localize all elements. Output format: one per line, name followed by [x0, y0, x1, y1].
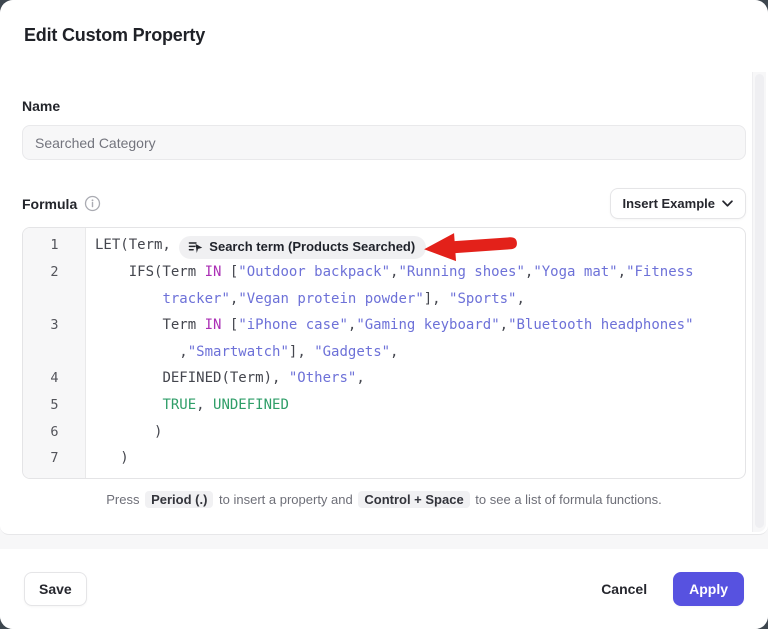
code-token: Term	[95, 317, 205, 333]
code-token: "Running shoes"	[398, 264, 524, 280]
code-token: TRUE	[162, 397, 196, 413]
line-number: 3	[23, 312, 86, 365]
code-content: LET(Term, Search term (Products Searched…	[86, 232, 745, 259]
insert-example-label: Insert Example	[623, 196, 716, 211]
code-content: TRUE, UNDEFINED	[86, 392, 745, 419]
formula-label-group: Formula	[22, 195, 101, 212]
code-token: )	[95, 450, 129, 466]
code-content: IFS(Term IN ["Outdoor backpack", "Running…	[86, 259, 745, 312]
code-token: LET(Term,	[95, 237, 179, 253]
code-line: 1LET(Term, Search term (Products Searche…	[23, 232, 745, 259]
code-token: ,	[95, 344, 188, 360]
formula-editor-lines: 1LET(Term, Search term (Products Searche…	[23, 228, 745, 478]
code-token: ,	[356, 370, 364, 386]
formula-label: Formula	[22, 196, 77, 212]
info-icon[interactable]	[84, 195, 101, 212]
code-token: "Yoga mat"	[533, 264, 617, 280]
cancel-button[interactable]: Cancel	[597, 573, 651, 605]
code-token: ],	[289, 344, 314, 360]
scrollbar-thumb[interactable]	[755, 74, 764, 528]
code-token	[95, 397, 162, 413]
name-input[interactable]	[22, 125, 746, 160]
code-token: UNDEFINED	[213, 397, 289, 413]
scrollbar[interactable]	[752, 72, 766, 532]
code-line: 7 )	[23, 445, 745, 472]
formula-editor[interactable]: 1LET(Term, Search term (Products Searche…	[22, 227, 746, 479]
code-token: ],	[424, 291, 449, 307]
code-content: DEFINED(Term), "Others",	[86, 365, 745, 392]
edit-custom-property-modal: Edit Custom Property Name Formula Insert…	[0, 0, 768, 629]
code-token: ,	[618, 264, 626, 280]
kbd-chip: Control + Space	[358, 491, 469, 508]
code-token: "Others"	[289, 370, 356, 386]
code-content: Term IN ["iPhone case","Gaming keyboard"…	[86, 312, 745, 365]
property-chip-label: Search term (Products Searched)	[209, 234, 415, 261]
code-token: ,	[516, 291, 524, 307]
hint-text: Press	[106, 492, 143, 507]
code-token: IFS(Term	[95, 264, 205, 280]
property-chip[interactable]: Search term (Products Searched)	[179, 236, 426, 259]
code-line: 4 DEFINED(Term), "Others",	[23, 365, 745, 392]
save-button[interactable]: Save	[24, 572, 87, 606]
code-token: "Gaming keyboard"	[356, 317, 499, 333]
line-number: 7	[23, 445, 86, 472]
footer-actions: Cancel Apply	[597, 572, 744, 606]
code-token: DEFINED(Term),	[95, 370, 289, 386]
kbd-chip: Period (.)	[145, 491, 213, 508]
search-term-icon	[188, 240, 203, 255]
page-title: Edit Custom Property	[24, 25, 746, 46]
code-content: )	[86, 445, 745, 472]
hint-text: to see a list of formula functions.	[472, 492, 662, 507]
code-token: ,	[390, 344, 398, 360]
line-number: 6	[23, 419, 86, 446]
code-token: "iPhone case"	[238, 317, 348, 333]
code-token: "Sports"	[449, 291, 516, 307]
line-number: 2	[23, 259, 86, 312]
line-number: 5	[23, 392, 86, 419]
modal-content: Edit Custom Property Name Formula Insert…	[0, 0, 768, 535]
code-token: IN	[205, 264, 222, 280]
code-line: 6 )	[23, 419, 745, 446]
editor-hint: Press Period (.) to insert a property an…	[22, 492, 746, 507]
code-token: )	[95, 424, 162, 440]
code-token: IN	[205, 317, 222, 333]
apply-button[interactable]: Apply	[673, 572, 744, 606]
code-token: "Vegan protein powder"	[238, 291, 423, 307]
name-field: Name	[22, 98, 746, 160]
chevron-down-icon	[722, 200, 733, 207]
code-content: )	[86, 419, 745, 446]
formula-header: Formula Insert Example	[22, 188, 746, 219]
code-line: 5 TRUE, UNDEFINED	[23, 392, 745, 419]
code-token: ,	[500, 317, 508, 333]
name-label: Name	[22, 98, 60, 114]
line-number: 1	[23, 232, 86, 259]
code-token: ,	[426, 237, 443, 253]
code-token: [	[221, 317, 238, 333]
code-token: "Gadgets"	[314, 344, 390, 360]
code-token: "Bluetooth headphones"	[508, 317, 693, 333]
line-number: 4	[23, 365, 86, 392]
modal-footer: Save Cancel Apply	[0, 549, 768, 629]
hint-text: to insert a property and	[215, 492, 356, 507]
code-token: "Outdoor backpack"	[238, 264, 390, 280]
code-token: ,	[196, 397, 213, 413]
code-token: [	[221, 264, 238, 280]
code-token: "Smartwatch"	[188, 344, 289, 360]
code-line: 2 IFS(Term IN ["Outdoor backpack", "Runni…	[23, 259, 745, 312]
insert-example-button[interactable]: Insert Example	[610, 188, 747, 219]
code-line: 3 Term IN ["iPhone case","Gaming keyboar…	[23, 312, 745, 365]
